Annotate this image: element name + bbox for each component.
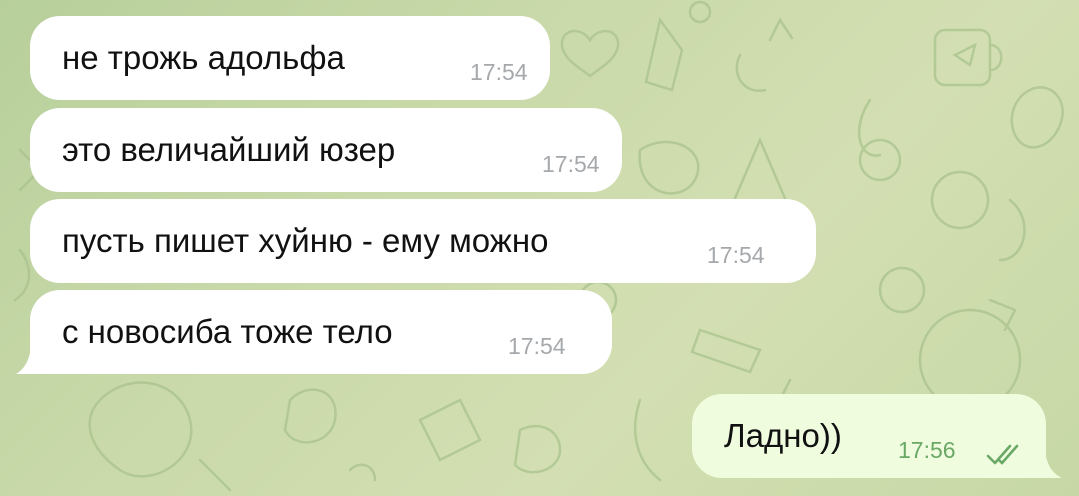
message-text: с новосиба тоже тело [62, 313, 393, 350]
incoming-message[interactable]: с новосиба тоже тело 17:54 [30, 290, 612, 374]
bubble-tail [1036, 434, 1062, 478]
incoming-message[interactable]: не трожь адольфа 17:54 [30, 16, 550, 100]
message-text: не трожь адольфа [62, 39, 345, 76]
message-time: 17:54 [508, 333, 566, 359]
outgoing-message[interactable]: Ладно)) 17:56 [692, 394, 1046, 478]
message-time: 17:54 [542, 151, 600, 177]
message-time: 17:54 [470, 59, 528, 85]
message-text: это величайший юзер [62, 131, 396, 168]
double-check-icon [986, 444, 1019, 465]
message-text: пусть пишет хуйню - ему можно [62, 222, 549, 259]
incoming-message[interactable]: это величайший юзер 17:54 [30, 108, 622, 192]
message-time: 17:56 [898, 437, 956, 463]
message-text: Ладно)) [724, 417, 842, 454]
message-time: 17:54 [707, 242, 765, 268]
incoming-message[interactable]: пусть пишет хуйню - ему можно 17:54 [30, 199, 816, 283]
bubble-tail [16, 330, 40, 374]
